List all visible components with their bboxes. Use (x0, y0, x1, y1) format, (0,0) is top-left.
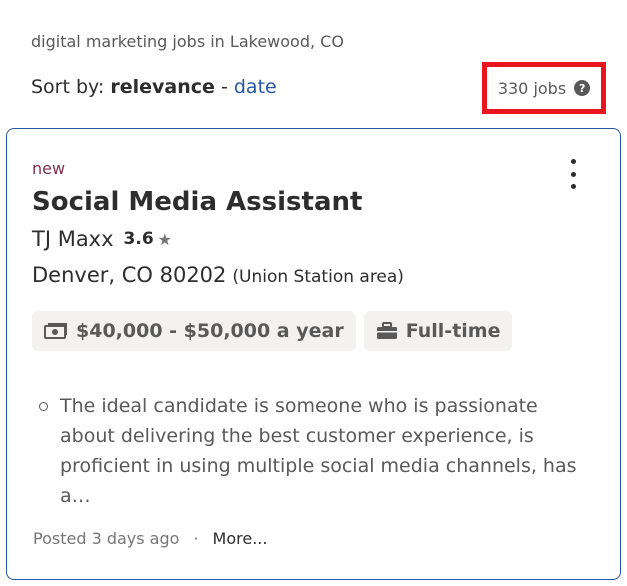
job-title[interactable]: Social Media Assistant (32, 187, 362, 217)
bullet-icon (39, 402, 48, 411)
kebab-menu-icon[interactable] (565, 159, 581, 189)
rating-value: 3.6 (123, 229, 154, 249)
search-query-summary: digital marketing jobs in Lakewood, CO (31, 32, 344, 51)
briefcase-icon (376, 322, 397, 339)
job-card[interactable]: new Social Media Assistant TJ Maxx 3.6 ★… (6, 128, 621, 580)
job-attributes: $40,000 - $50,000 a year Full-time (32, 311, 513, 351)
job-count: 330 jobs (497, 78, 567, 98)
sort-separator: - (220, 76, 228, 98)
job-type-tag: Full-time (363, 311, 513, 351)
salary-text: $40,000 - $50,000 a year (76, 320, 344, 342)
salary-tag: $40,000 - $50,000 a year (32, 311, 356, 351)
job-card-footer: Posted 3 days ago · More... (33, 529, 267, 548)
snippet-text: The ideal candidate is someone who is pa… (60, 395, 577, 507)
footer-separator: · (193, 529, 199, 548)
star-icon: ★ (157, 229, 173, 249)
sort-option-relevance: relevance (110, 76, 215, 98)
company-rating: 3.6 ★ (124, 229, 172, 249)
sort-prefix: Sort by: (31, 76, 105, 98)
location-text: Denver, CO 80202 (32, 263, 227, 287)
location-area: (Union Station area) (232, 267, 404, 287)
company-row: TJ Maxx 3.6 ★ (32, 227, 172, 251)
sort-controls: Sort by: relevance - date (31, 76, 277, 98)
new-badge: new (32, 159, 66, 178)
help-icon[interactable]: ? (574, 80, 591, 96)
company-name[interactable]: TJ Maxx (32, 227, 114, 251)
job-type-text: Full-time (405, 320, 501, 342)
job-snippet: The ideal candidate is someone who is pa… (39, 391, 579, 511)
money-icon (44, 323, 67, 339)
more-link[interactable]: More... (213, 529, 268, 548)
job-location: Denver, CO 80202 (Union Station area) (32, 263, 404, 287)
sort-option-date[interactable]: date (234, 76, 277, 98)
job-count-highlight: 330 jobs ? (482, 62, 606, 114)
posted-date: Posted 3 days ago (33, 529, 180, 548)
